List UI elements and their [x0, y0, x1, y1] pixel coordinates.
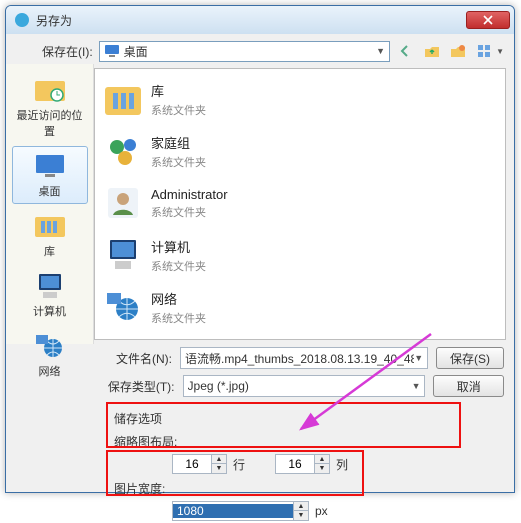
spin-down-icon[interactable]: ▼ — [294, 511, 308, 520]
item-name: 计算机 — [151, 237, 206, 256]
list-item[interactable]: 家庭组系统文件夹 — [99, 125, 501, 177]
save-button[interactable]: 保存(S) — [436, 347, 504, 369]
save-in-value: 桌面 — [124, 43, 148, 60]
item-name: 网络 — [151, 289, 206, 308]
places-bar: 最近访问的位置 桌面 库 计算机 网络 — [6, 64, 94, 344]
thumb-layout-label: 缩略图布局: — [114, 433, 514, 450]
filename-label: 文件名(N): — [106, 350, 172, 367]
view-menu-button[interactable] — [474, 41, 494, 61]
place-label: 桌面 — [15, 183, 85, 199]
computer-icon — [33, 271, 67, 301]
cancel-button[interactable]: 取消 — [433, 375, 504, 397]
list-item[interactable]: Administrator 系统文件夹 — [99, 177, 501, 229]
window-title: 另存为 — [36, 12, 72, 29]
chevron-down-icon: ▼ — [376, 46, 385, 56]
homegroup-icon — [103, 131, 143, 171]
network-icon — [103, 287, 143, 327]
place-network[interactable]: 网络 — [12, 326, 88, 384]
chevron-down-icon[interactable]: ▼ — [496, 47, 504, 56]
item-name: 库 — [151, 81, 206, 100]
item-sub: 系统文件夹 — [151, 154, 206, 170]
save-as-dialog: 另存为 保存在(I): 桌面 ▼ ▼ 最近访问的位置 桌面 — [5, 5, 515, 493]
image-width-label: 图片宽度: — [114, 480, 514, 497]
save-in-label: 保存在(I): — [42, 43, 93, 60]
back-icon — [398, 44, 414, 58]
computer-icon — [103, 235, 143, 275]
desktop-icon — [33, 151, 67, 181]
item-sub: 系统文件夹 — [151, 310, 206, 326]
item-sub: 系统文件夹 — [151, 204, 228, 220]
place-libraries[interactable]: 库 — [12, 206, 88, 264]
back-button[interactable] — [396, 41, 416, 61]
thumb-layout-group: 缩略图布局: ▲▼ 行 ▲▼ 列 — [6, 429, 514, 476]
up-one-level-button[interactable] — [422, 41, 442, 61]
cols-input[interactable] — [276, 457, 314, 471]
width-input[interactable] — [173, 504, 293, 518]
item-sub: 系统文件夹 — [151, 102, 206, 118]
item-name: 家庭组 — [151, 133, 206, 152]
cols-unit: 列 — [336, 456, 348, 473]
app-icon — [14, 12, 30, 28]
desktop-icon — [104, 44, 120, 58]
filetype-value: Jpeg (*.jpg) — [188, 379, 249, 393]
spin-down-icon[interactable]: ▼ — [315, 464, 329, 473]
place-label: 网络 — [15, 363, 85, 379]
place-computer[interactable]: 计算机 — [12, 266, 88, 324]
filetype-label: 保存类型(T): — [106, 378, 175, 395]
filename-input[interactable]: 语流畅.mp4_thumbs_2018.08.13.19_40_48 ▼ — [180, 347, 428, 369]
width-spinner[interactable]: ▲▼ — [172, 501, 309, 521]
item-name: Administrator — [151, 187, 228, 202]
filetype-combo[interactable]: Jpeg (*.jpg) ▼ — [183, 375, 426, 397]
up-icon — [424, 44, 440, 58]
width-unit: px — [315, 504, 328, 518]
list-item[interactable]: 计算机系统文件夹 — [99, 229, 501, 281]
save-in-combo[interactable]: 桌面 ▼ — [99, 41, 390, 62]
libraries-icon — [33, 211, 67, 241]
rows-input[interactable] — [173, 457, 211, 471]
place-label: 库 — [15, 243, 85, 259]
list-item[interactable]: 网络系统文件夹 — [99, 281, 501, 333]
spin-down-icon[interactable]: ▼ — [212, 464, 226, 473]
rows-spinner[interactable]: ▲▼ — [172, 454, 227, 474]
chevron-down-icon: ▼ — [412, 381, 421, 391]
new-folder-icon — [450, 44, 466, 58]
spin-up-icon[interactable]: ▲ — [212, 455, 226, 464]
user-icon — [103, 183, 143, 223]
place-desktop[interactable]: 桌面 — [12, 146, 88, 204]
network-icon — [33, 331, 67, 361]
look-in-row: 保存在(I): 桌面 ▼ ▼ — [6, 34, 514, 64]
save-options-title: 储存选项 — [6, 400, 514, 429]
recent-icon — [33, 75, 67, 105]
chevron-down-icon: ▼ — [414, 353, 423, 363]
filename-value: 语流畅.mp4_thumbs_2018.08.13.19_40_48 — [185, 350, 414, 367]
view-menu-icon — [476, 44, 492, 58]
file-list[interactable]: 库系统文件夹 家庭组系统文件夹 Administrator系统文件夹 计算机系统… — [94, 68, 506, 340]
close-icon — [483, 15, 493, 25]
spin-up-icon[interactable]: ▲ — [294, 502, 308, 511]
close-button[interactable] — [466, 11, 510, 29]
place-recent[interactable]: 最近访问的位置 — [12, 70, 88, 144]
libraries-icon — [103, 79, 143, 119]
new-folder-button[interactable] — [448, 41, 468, 61]
spin-up-icon[interactable]: ▲ — [315, 455, 329, 464]
titlebar: 另存为 — [6, 6, 514, 34]
place-label: 最近访问的位置 — [15, 107, 85, 139]
cols-spinner[interactable]: ▲▼ — [275, 454, 330, 474]
list-item[interactable]: 库系统文件夹 — [99, 73, 501, 125]
item-sub: 系统文件夹 — [151, 258, 206, 274]
rows-unit: 行 — [233, 456, 245, 473]
place-label: 计算机 — [15, 303, 85, 319]
